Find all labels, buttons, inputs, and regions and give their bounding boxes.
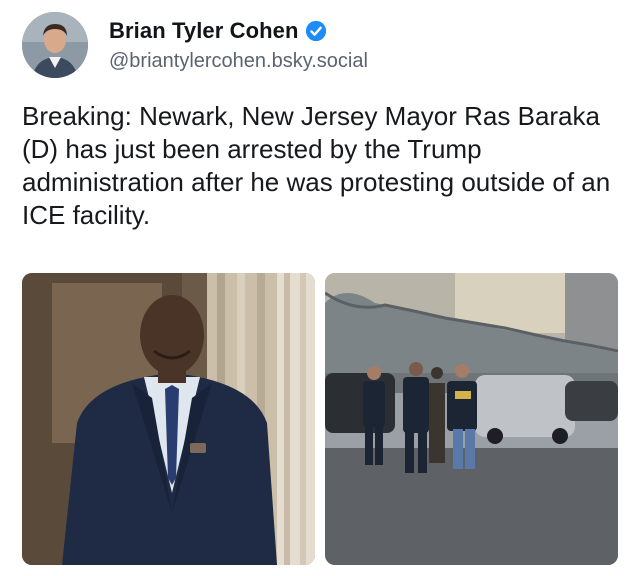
media-image-portrait[interactable] (22, 273, 315, 565)
verified-badge-icon (305, 20, 326, 41)
post-media-grid (22, 273, 618, 565)
media-image-arrest-scene[interactable] (325, 273, 618, 565)
author-display-name[interactable]: Brian Tyler Cohen (109, 18, 299, 44)
author-handle[interactable]: @briantylercohen.bsky.social (109, 50, 368, 73)
arrest-scene-photo-icon (325, 273, 618, 565)
post-header: Brian Tyler Cohen @briantylercohen.bsky.… (22, 12, 368, 78)
avatar-photo-icon (22, 12, 88, 78)
post-body-text: Breaking: Newark, New Jersey Mayor Ras B… (22, 101, 611, 230)
portrait-photo-icon (22, 273, 315, 565)
author-avatar[interactable] (22, 12, 88, 78)
